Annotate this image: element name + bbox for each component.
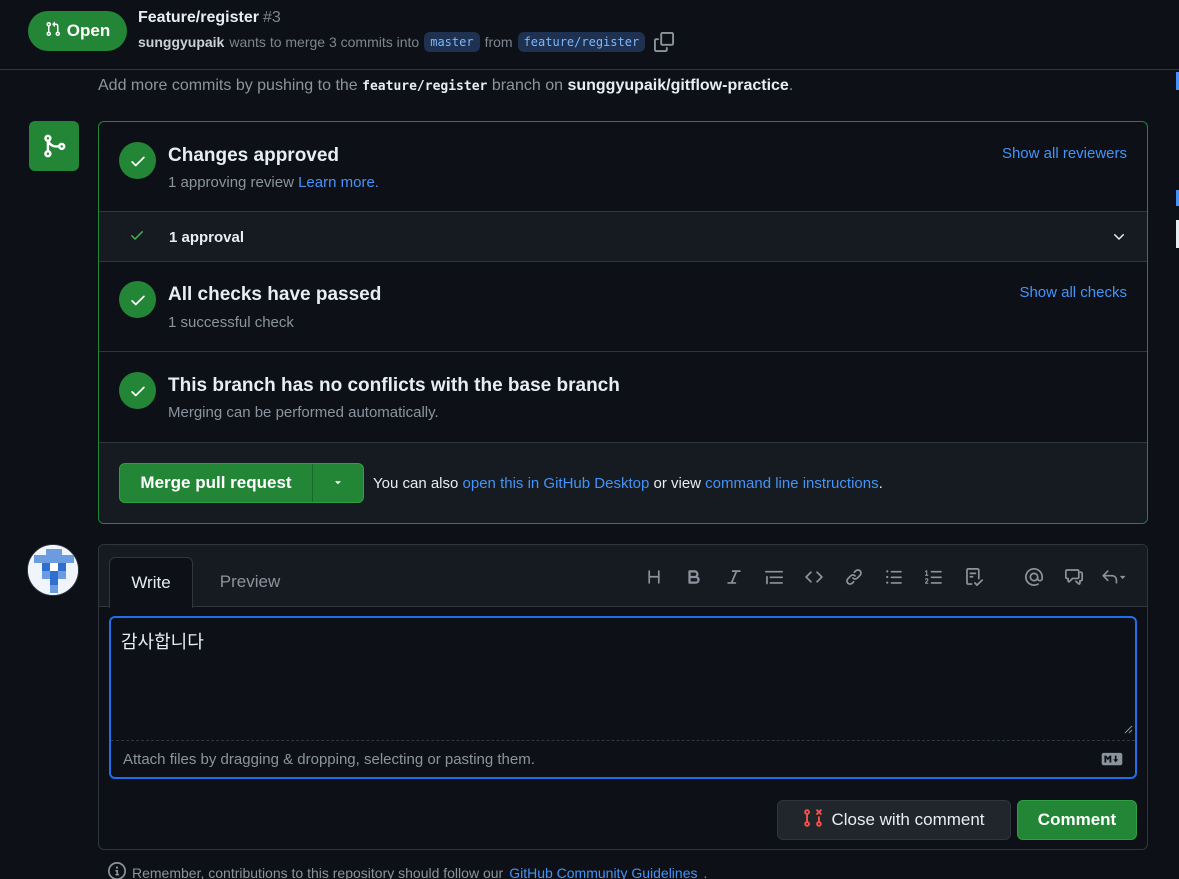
show-all-checks-link[interactable]: Show all checks	[1019, 284, 1127, 301]
checks-title: All checks have passed	[168, 284, 382, 305]
merge-pull-request-button[interactable]: Merge pull request	[120, 464, 313, 502]
pr-author-link[interactable]: sunggyupaik	[138, 34, 224, 50]
check-icon	[129, 227, 145, 246]
close-with-comment-button[interactable]: Close with comment	[777, 800, 1011, 840]
conflicts-sub: Merging can be performed automatically.	[168, 404, 439, 421]
git-merge-icon	[29, 121, 79, 171]
community-guidelines-link[interactable]: GitHub Community Guidelines	[509, 865, 697, 879]
link-icon[interactable]	[834, 563, 874, 591]
pr-state-badge: Open	[28, 11, 127, 51]
push-hint-prefix: Add more commits by pushing to the	[98, 77, 358, 94]
conflicts-title: This branch has no conflicts with the ba…	[168, 375, 620, 396]
markdown-icon[interactable]	[1101, 752, 1123, 769]
merge-hint-prefix: You can also	[373, 475, 459, 492]
head-branch-tag[interactable]: feature/register	[517, 32, 646, 52]
comment-textarea[interactable]	[111, 618, 1135, 742]
push-hint-branch: feature/register	[362, 79, 488, 94]
close-with-comment-label: Close with comment	[831, 810, 985, 829]
checks-sub: 1 successful check	[168, 314, 294, 331]
italic-icon[interactable]	[714, 563, 754, 591]
approval-sub-text: 1 approving review	[168, 174, 294, 191]
ordered-list-icon[interactable]	[914, 563, 954, 591]
tasklist-icon[interactable]	[954, 563, 994, 591]
tab-write[interactable]: Write	[109, 557, 193, 608]
merge-hint-middle: or view	[653, 475, 701, 492]
guidelines-period: .	[703, 864, 708, 879]
mention-icon[interactable]	[1014, 563, 1054, 591]
approval-sub: 1 approving review Learn more.	[168, 174, 379, 191]
chevron-down-icon[interactable]	[1111, 229, 1127, 248]
pr-merge-text: wants to merge 3 commits into	[229, 34, 420, 50]
show-all-reviewers-link[interactable]: Show all reviewers	[1002, 145, 1127, 162]
approval-row[interactable]: 1 approval	[99, 212, 1147, 262]
unordered-list-icon[interactable]	[874, 563, 914, 591]
pr-meta: sunggyupaik wants to merge 3 commits int…	[138, 32, 675, 52]
open-github-desktop-link[interactable]: open this in GitHub Desktop	[463, 475, 650, 492]
comment-button[interactable]: Comment	[1017, 800, 1137, 840]
push-hint: Add more commits by pushing to the featu…	[98, 77, 793, 95]
heading-icon[interactable]	[634, 563, 674, 591]
check-icon	[119, 142, 156, 179]
pr-header: Open Feature/register #3 sunggyupaik want…	[0, 0, 1179, 70]
merge-hint-period: .	[878, 475, 883, 492]
conflicts-section: This branch has no conflicts with the ba…	[99, 352, 1147, 443]
comment-tabbar: Write Preview	[99, 545, 1147, 608]
code-icon[interactable]	[794, 563, 834, 591]
approval-title: Changes approved	[168, 145, 340, 166]
guidelines-text: Remember, contributions to this reposito…	[132, 864, 504, 879]
push-hint-repo[interactable]: sunggyupaik/gitflow-practice	[567, 77, 788, 94]
learn-more-link[interactable]: Learn more.	[298, 174, 379, 191]
pr-from-text: from	[484, 34, 513, 50]
markdown-toolbar	[634, 563, 1134, 591]
pr-number: #3	[262, 9, 281, 26]
approval-section: Changes approved 1 approving review Lear…	[99, 122, 1147, 212]
merge-footer: Merge pull request You can also open thi…	[99, 443, 1147, 523]
merge-hint: You can also open this in GitHub Desktop…	[373, 475, 883, 492]
pr-state-label: Open	[66, 21, 111, 40]
avatar[interactable]	[27, 544, 79, 596]
git-pull-request-closed-icon	[803, 808, 823, 833]
attach-files-bar[interactable]: Attach files by dragging & dropping, sel…	[111, 740, 1135, 777]
reply-icon[interactable]	[1094, 563, 1134, 591]
copy-icon[interactable]	[654, 32, 675, 52]
check-icon	[119, 281, 156, 318]
quote-icon[interactable]	[754, 563, 794, 591]
pr-title: Feature/register #3	[138, 9, 281, 27]
triangle-down-icon	[332, 475, 344, 491]
comment-editor: Attach files by dragging & dropping, sel…	[109, 616, 1137, 779]
checks-section: All checks have passed 1 successful chec…	[99, 262, 1147, 352]
base-branch-tag[interactable]: master	[424, 32, 480, 52]
resize-grip-icon[interactable]	[1123, 721, 1133, 737]
command-line-instructions-link[interactable]: command line instructions	[705, 475, 878, 492]
merge-box: Changes approved 1 approving review Lear…	[98, 121, 1148, 524]
pr-title-text: Feature/register	[138, 9, 259, 26]
git-pull-request-icon	[45, 21, 61, 42]
check-icon	[119, 372, 156, 409]
attach-files-text: Attach files by dragging & dropping, sel…	[123, 751, 535, 768]
bold-icon[interactable]	[674, 563, 714, 591]
approval-count: 1 approval	[169, 229, 245, 246]
push-hint-suffix: .	[788, 77, 794, 94]
tab-preview[interactable]: Preview	[202, 557, 298, 607]
merge-button-group: Merge pull request	[119, 463, 364, 503]
cross-reference-icon[interactable]	[1054, 563, 1094, 591]
info-icon	[108, 862, 126, 879]
push-hint-middle: branch on	[491, 77, 563, 94]
comment-box: Write Preview 감사합니다 Attach files by drag…	[98, 544, 1148, 850]
merge-options-dropdown[interactable]	[313, 464, 363, 502]
community-guidelines-note: Remember, contributions to this reposito…	[108, 862, 707, 879]
